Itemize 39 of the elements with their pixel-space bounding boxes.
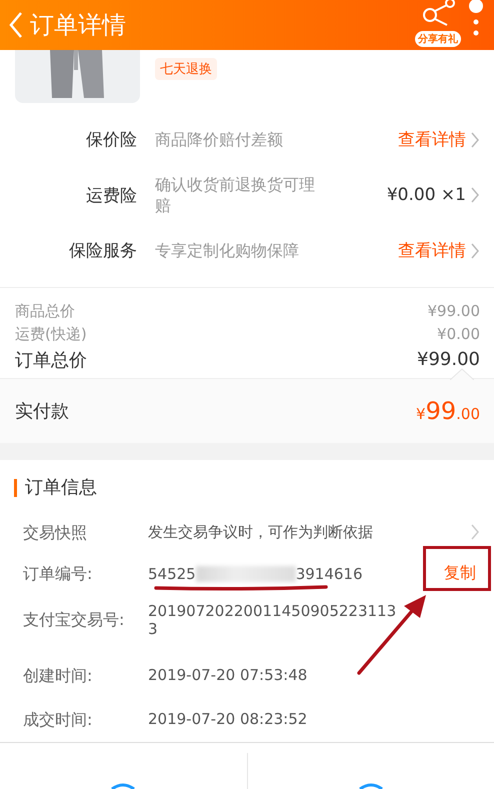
service-description: 专享定制化购物保障 (155, 240, 300, 261)
details-link[interactable]: 查看详情 (398, 128, 466, 151)
chevron-right-icon (470, 130, 480, 148)
price-label: 商品总价 (15, 302, 75, 321)
service-description: 确认收货前退换货可理赔 (155, 174, 315, 216)
service-label: 运费险 (85, 184, 137, 206)
share-button[interactable]: 分享有礼 (414, 3, 462, 47)
info-label: 交易快照 (23, 523, 88, 543)
chevron-right-icon (470, 186, 480, 204)
info-value: 2019-07-20 08:23:52 (148, 710, 308, 728)
service-price: ¥0.00 ×1 (386, 185, 466, 205)
info-label: 创建时间: (23, 666, 94, 686)
service-description: 商品降价赔付差额 (155, 129, 284, 150)
back-icon[interactable] (8, 11, 24, 39)
chevron-right-icon (470, 523, 480, 541)
price-value: ¥99.00 (428, 302, 480, 320)
price-label: 运费(快递) (15, 324, 87, 344)
price-value: ¥99.00 (417, 349, 480, 370)
return-policy-tag: 七天退换 (155, 58, 217, 80)
section-title: 订单信息 (14, 479, 97, 497)
page-title: 订单详情 (30, 10, 127, 41)
price-value: ¥0.00 (437, 325, 480, 344)
order-number-start: 54525 (148, 564, 196, 582)
info-label: 订单编号: (23, 564, 94, 584)
details-link[interactable]: 查看详情 (398, 239, 466, 262)
chevron-right-icon (470, 242, 480, 260)
service-label: 保险服务 (68, 240, 137, 262)
info-label: 成交时间: (23, 710, 94, 730)
info-label: 支付宝交易号: (23, 610, 126, 630)
price-label: 订单总价 (15, 348, 87, 372)
paid-amount: ¥99.00 (416, 396, 480, 425)
service-label: 保价险 (85, 129, 137, 151)
share-badge: 分享有礼 (415, 31, 461, 47)
highlight-frame (423, 546, 491, 591)
info-value: 2019-07-20 07:53:48 (148, 666, 308, 684)
info-value: 发生交易争议时，可作为判断依据 (148, 523, 373, 541)
order-number-end: 3914616 (296, 564, 363, 582)
info-value: 201907202200114509052231133 (148, 602, 398, 638)
paid-label: 实付款 (15, 400, 69, 423)
